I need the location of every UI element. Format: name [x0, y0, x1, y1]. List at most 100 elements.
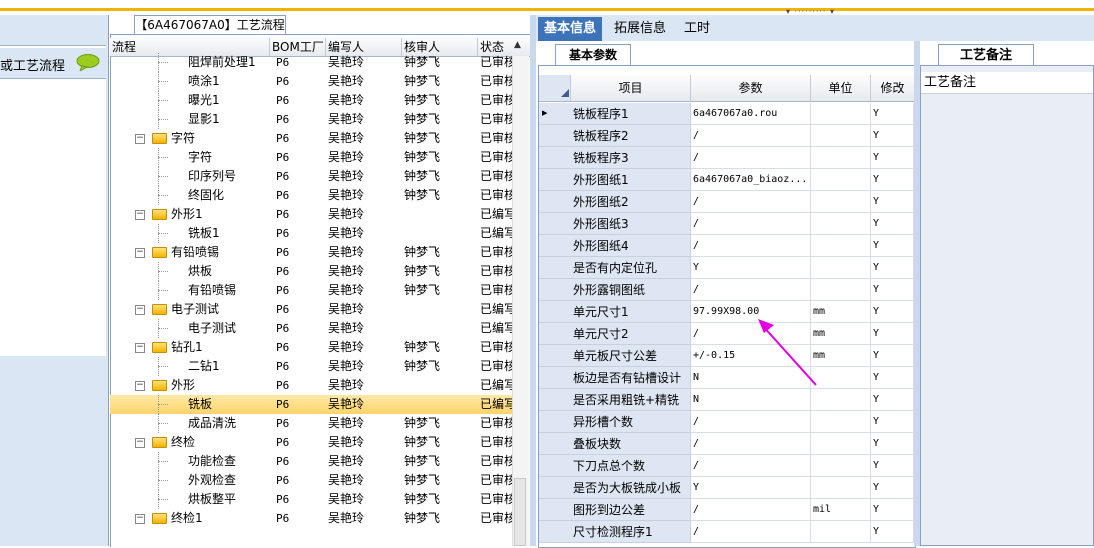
tree-row[interactable]: 字符 P6 吴艳玲 钟梦飞 已审核: [110, 148, 512, 167]
tree-row[interactable]: 烘板整平 P6 吴艳玲 钟梦飞 已审核: [110, 490, 512, 509]
row-indicator[interactable]: [539, 477, 571, 499]
tree-row[interactable]: − 外形 P6 吴艳玲 已编写: [110, 376, 512, 395]
param-row[interactable]: 单元尺寸2/mm Y: [539, 323, 914, 345]
param-row[interactable]: 单元板尺寸公差 +/-0.15 mm Y: [539, 345, 914, 367]
param-row[interactable]: 外形图纸1 6a467067a0_biaoz... Y: [539, 169, 914, 191]
param-value[interactable]: /: [691, 279, 811, 301]
param-row[interactable]: 单元尺寸1 97.99X98.00 mm Y: [539, 301, 914, 323]
param-value[interactable]: /: [691, 235, 811, 257]
tree-tab[interactable]: 【6A467067A0】工艺流程: [134, 15, 286, 35]
tree-row[interactable]: 成品清洗 P6 吴艳玲 钟梦飞 已审核: [110, 414, 512, 433]
tree-row[interactable]: − 外形1 P6 吴艳玲 已编写: [110, 205, 512, 224]
row-indicator[interactable]: [539, 147, 571, 169]
param-value[interactable]: /: [691, 433, 811, 455]
param-row[interactable]: 是否采用粗铣+精铣 N Y: [539, 389, 914, 411]
splitter-left[interactable]: [530, 15, 536, 546]
tree-row[interactable]: 铣板 P6 吴艳玲 已编写: [110, 395, 512, 414]
param-value[interactable]: /: [691, 521, 811, 543]
collapse-toggle-icon[interactable]: −: [135, 381, 145, 391]
scroll-up-icon[interactable]: ▲: [514, 40, 521, 50]
tab-basic-info[interactable]: 基本信息: [538, 17, 603, 41]
row-indicator[interactable]: [539, 301, 571, 323]
param-row[interactable]: 异形槽个数 / Y: [539, 411, 914, 433]
param-value[interactable]: /: [691, 147, 811, 169]
col-param[interactable]: 参数: [691, 75, 811, 101]
col-unit[interactable]: 单位: [811, 75, 871, 101]
tree-scrollbar[interactable]: [512, 56, 529, 546]
row-indicator[interactable]: [539, 257, 571, 279]
row-indicator[interactable]: [539, 323, 571, 345]
param-value[interactable]: /: [691, 213, 811, 235]
tree-row[interactable]: 喷涂1 P6 吴艳玲 钟梦飞 已审核: [110, 72, 512, 91]
row-indicator[interactable]: [539, 235, 571, 257]
param-row[interactable]: 外形图纸2/ Y: [539, 191, 914, 213]
param-row[interactable]: ▸ 铣板程序1 6a467067a0.rou Y: [539, 103, 914, 125]
param-value[interactable]: Y: [691, 257, 811, 279]
param-row[interactable]: 下刀点总个数 / Y: [539, 455, 914, 477]
param-row[interactable]: 尺寸检测程序1/ Y: [539, 521, 914, 543]
param-value[interactable]: /: [691, 499, 811, 521]
param-value[interactable]: /: [691, 125, 811, 147]
tree-row[interactable]: 铣板1 P6 吴艳玲 已编写: [110, 224, 512, 243]
row-indicator[interactable]: [539, 169, 571, 191]
param-row[interactable]: 铣板程序2/ Y: [539, 125, 914, 147]
param-value[interactable]: /: [691, 191, 811, 213]
col-item[interactable]: 项目: [571, 75, 691, 101]
param-value[interactable]: /: [691, 455, 811, 477]
param-row[interactable]: 叠板块数 / Y: [539, 433, 914, 455]
collapse-toggle-icon[interactable]: −: [135, 305, 145, 315]
tab-work-hours[interactable]: 工时: [678, 17, 716, 41]
param-value[interactable]: Y: [691, 477, 811, 499]
tree-row[interactable]: 阻焊前处理1 P6 吴艳玲 钟梦飞 已审核: [110, 53, 512, 72]
collapse-toggle-icon[interactable]: −: [135, 514, 145, 524]
param-value[interactable]: /: [691, 411, 811, 433]
param-row[interactable]: 外形露铜图纸 / Y: [539, 279, 914, 301]
param-row[interactable]: 是否有内定位孔 Y Y: [539, 257, 914, 279]
collapse-toggle-icon[interactable]: −: [135, 343, 145, 353]
tree-row[interactable]: 印序列号 P6 吴艳玲 钟梦飞 已审核: [110, 167, 512, 186]
row-indicator[interactable]: ▸: [539, 103, 571, 125]
tree-row[interactable]: 有铅喷锡 P6 吴艳玲 钟梦飞 已审核: [110, 281, 512, 300]
tree-row[interactable]: − 终检 P6 吴艳玲 钟梦飞 已审核: [110, 433, 512, 452]
row-indicator[interactable]: [539, 213, 571, 235]
row-indicator[interactable]: [539, 345, 571, 367]
tree-row[interactable]: 功能检查 P6 吴艳玲 钟梦飞 已审核: [110, 452, 512, 471]
speech-bubble-icon[interactable]: [76, 54, 100, 71]
tree-scroll-thumb[interactable]: [514, 478, 526, 546]
tree-row[interactable]: 二钻1 P6 吴艳玲 钟梦飞 已审核: [110, 357, 512, 376]
collapse-toggle-icon[interactable]: −: [135, 438, 145, 448]
row-indicator[interactable]: [539, 389, 571, 411]
param-row[interactable]: 是否为大板铣成小板 Y Y: [539, 477, 914, 499]
row-indicator[interactable]: [539, 433, 571, 455]
tree-row[interactable]: − 钻孔1 P6 吴艳玲 钟梦飞 已审核: [110, 338, 512, 357]
tree-row[interactable]: 显影1 P6 吴艳玲 钟梦飞 已审核: [110, 110, 512, 129]
row-indicator[interactable]: [539, 455, 571, 477]
param-value[interactable]: 6a467067a0.rou: [691, 103, 811, 125]
row-indicator[interactable]: [539, 125, 571, 147]
row-indicator[interactable]: [539, 367, 571, 389]
tree-row[interactable]: 终固化 P6 吴艳玲 钟梦飞 已审核: [110, 186, 512, 205]
tree-row[interactable]: 烘板 P6 吴艳玲 钟梦飞 已审核: [110, 262, 512, 281]
row-indicator[interactable]: [539, 279, 571, 301]
tree-row[interactable]: − 终检1 P6 吴艳玲 钟梦飞 已审核: [110, 509, 512, 528]
tree-row[interactable]: − 字符 P6 吴艳玲 钟梦飞 已审核: [110, 129, 512, 148]
param-row[interactable]: 外形图纸3/ Y: [539, 213, 914, 235]
row-indicator[interactable]: [539, 521, 571, 543]
param-row[interactable]: 图形到边公差 / mil Y: [539, 499, 914, 521]
col-modify[interactable]: 修改: [871, 75, 914, 101]
row-indicator[interactable]: [539, 191, 571, 213]
tree-row[interactable]: 曝光1 P6 吴艳玲 钟梦飞 已审核: [110, 91, 512, 110]
tree-row[interactable]: − 有铅喷锡 P6 吴艳玲 钟梦飞 已审核: [110, 243, 512, 262]
tree-row[interactable]: 外观检查 P6 吴艳玲 钟梦飞 已审核: [110, 471, 512, 490]
row-indicator[interactable]: [539, 411, 571, 433]
tab-extended-info[interactable]: 拓展信息: [608, 17, 672, 41]
param-row[interactable]: 铣板程序3/ Y: [539, 147, 914, 169]
param-row[interactable]: 板边是否有钻槽设计 N Y: [539, 367, 914, 389]
collapse-toggle-icon[interactable]: −: [135, 134, 145, 144]
tree-row[interactable]: − 电子测试 P6 吴艳玲 已编写: [110, 300, 512, 319]
tree-row[interactable]: 电子测试 P6 吴艳玲 已编写: [110, 319, 512, 338]
row-indicator[interactable]: [539, 499, 571, 521]
collapse-toggle-icon[interactable]: −: [135, 210, 145, 220]
collapse-toggle-icon[interactable]: −: [135, 248, 145, 258]
param-value[interactable]: 6a467067a0_biaoz...: [691, 169, 811, 191]
